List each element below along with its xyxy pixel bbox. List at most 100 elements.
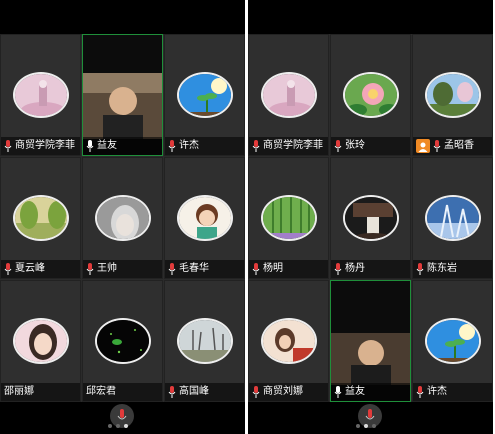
participant-name: 高国峰 bbox=[179, 386, 209, 397]
host-badge-icon bbox=[416, 139, 430, 153]
meeting-screen-left: 商贸学院李菲 益友 许杰 夏云峰 王帅 毛春华 邵丽娜 邱宏君 高国峰 bbox=[0, 0, 245, 434]
avatar bbox=[176, 318, 233, 364]
name-bar: 孟昭香 bbox=[413, 137, 492, 155]
mic-muted-icon bbox=[252, 386, 260, 398]
name-bar: 商贸学院李菲 bbox=[249, 137, 328, 155]
avatar bbox=[12, 318, 69, 364]
avatar bbox=[424, 195, 481, 241]
participant-name: 商贸刘娜 bbox=[263, 386, 303, 397]
avatar bbox=[424, 318, 481, 364]
name-bar: 毛春华 bbox=[165, 260, 244, 278]
name-bar: 许杰 bbox=[413, 383, 492, 401]
name-bar: 杨丹 bbox=[331, 260, 410, 278]
avatar bbox=[342, 195, 399, 241]
video-feed bbox=[331, 333, 410, 385]
participant-tile[interactable]: 毛春华 bbox=[164, 157, 245, 279]
avatar bbox=[176, 195, 233, 241]
participant-name: 益友 bbox=[97, 140, 117, 151]
participant-tile[interactable]: 夏云峰 bbox=[0, 157, 81, 279]
participant-name: 王帅 bbox=[97, 263, 117, 274]
mic-muted-icon bbox=[86, 263, 94, 275]
avatar bbox=[176, 72, 233, 118]
participant-tile[interactable]: 许杰 bbox=[164, 34, 245, 156]
participant-tile[interactable]: 邵丽娜 bbox=[0, 280, 81, 402]
participant-name: 陈东岩 bbox=[427, 263, 457, 274]
participant-name: 夏云峰 bbox=[15, 263, 45, 274]
meeting-screen-right: 商贸学院李菲 张玲 孟昭香 杨明 杨丹 陈东岩 商贸刘娜 益友 许杰 bbox=[248, 0, 493, 434]
name-bar: 许杰 bbox=[165, 137, 244, 155]
mic-muted-icon bbox=[416, 263, 424, 275]
page-dot[interactable] bbox=[108, 424, 112, 428]
mic-icon bbox=[86, 140, 94, 152]
avatar bbox=[260, 72, 317, 118]
participant-tile[interactable]: 商贸刘娜 bbox=[248, 280, 329, 402]
participant-name: 许杰 bbox=[179, 140, 199, 151]
page-indicator bbox=[356, 424, 376, 428]
participant-tile[interactable]: 张玲 bbox=[330, 34, 411, 156]
participant-tile[interactable]: 陈东岩 bbox=[412, 157, 493, 279]
participant-grid: 商贸学院李菲 张玲 孟昭香 杨明 杨丹 陈东岩 商贸刘娜 益友 许杰 bbox=[248, 34, 493, 402]
mic-muted-icon bbox=[4, 140, 12, 152]
participant-tile[interactable]: 商贸学院李菲 bbox=[248, 34, 329, 156]
page-dot-active[interactable] bbox=[124, 424, 128, 428]
mic-muted-icon bbox=[334, 140, 342, 152]
participant-name: 许杰 bbox=[427, 386, 447, 397]
name-bar: 邱宏君 bbox=[83, 383, 162, 401]
participant-name: 孟昭香 bbox=[444, 140, 474, 151]
mic-muted-icon bbox=[334, 263, 342, 275]
participant-tile-video[interactable]: 益友 bbox=[330, 280, 411, 402]
avatar bbox=[94, 318, 151, 364]
mic-muted-icon bbox=[252, 140, 260, 152]
mic-muted-icon bbox=[4, 263, 12, 275]
page-dot-active[interactable] bbox=[364, 424, 368, 428]
bottom-bar bbox=[0, 402, 245, 434]
mic-muted-icon bbox=[433, 140, 441, 152]
participant-name: 杨丹 bbox=[345, 263, 365, 274]
page-dot[interactable] bbox=[116, 424, 120, 428]
mic-muted-icon bbox=[252, 263, 260, 275]
mic-muted-icon bbox=[416, 386, 424, 398]
avatar bbox=[342, 72, 399, 118]
top-bar bbox=[0, 0, 245, 34]
avatar bbox=[12, 72, 69, 118]
page-dot[interactable] bbox=[356, 424, 360, 428]
name-bar: 张玲 bbox=[331, 137, 410, 155]
mic-muted-icon bbox=[168, 140, 176, 152]
participant-grid: 商贸学院李菲 益友 许杰 夏云峰 王帅 毛春华 邵丽娜 邱宏君 高国峰 bbox=[0, 34, 245, 402]
participant-name: 邵丽娜 bbox=[4, 386, 34, 397]
name-bar: 王帅 bbox=[83, 260, 162, 278]
name-bar: 益友 bbox=[331, 383, 410, 401]
name-bar: 杨明 bbox=[249, 260, 328, 278]
mic-muted-icon bbox=[168, 263, 176, 275]
name-bar: 邵丽娜 bbox=[1, 383, 80, 401]
participant-tile[interactable]: 杨明 bbox=[248, 157, 329, 279]
participant-name: 毛春华 bbox=[179, 263, 209, 274]
name-bar: 商贸学院李菲 bbox=[1, 137, 80, 155]
name-bar: 益友 bbox=[83, 137, 162, 155]
participant-tile[interactable]: 王帅 bbox=[82, 157, 163, 279]
page-dot[interactable] bbox=[372, 424, 376, 428]
participant-tile[interactable]: 杨丹 bbox=[330, 157, 411, 279]
avatar bbox=[424, 72, 481, 118]
name-bar: 陈东岩 bbox=[413, 260, 492, 278]
participant-name: 商贸学院李菲 bbox=[263, 140, 323, 151]
top-bar bbox=[248, 0, 493, 34]
page-indicator bbox=[108, 424, 128, 428]
participant-tile[interactable]: 高国峰 bbox=[164, 280, 245, 402]
mic-muted-icon bbox=[168, 386, 176, 398]
name-bar: 夏云峰 bbox=[1, 260, 80, 278]
name-bar: 高国峰 bbox=[165, 383, 244, 401]
avatar bbox=[260, 318, 317, 364]
mic-icon bbox=[334, 386, 342, 398]
participant-tile-video[interactable]: 益友 bbox=[82, 34, 163, 156]
participant-tile[interactable]: 商贸学院李菲 bbox=[0, 34, 81, 156]
participant-name: 张玲 bbox=[345, 140, 365, 151]
participant-tile[interactable]: 许杰 bbox=[412, 280, 493, 402]
participant-name: 益友 bbox=[345, 386, 365, 397]
name-bar: 商贸刘娜 bbox=[249, 383, 328, 401]
participant-name: 杨明 bbox=[263, 263, 283, 274]
participant-tile[interactable]: 孟昭香 bbox=[412, 34, 493, 156]
participant-tile[interactable]: 邱宏君 bbox=[82, 280, 163, 402]
bottom-bar bbox=[248, 402, 493, 434]
avatar bbox=[260, 195, 317, 241]
